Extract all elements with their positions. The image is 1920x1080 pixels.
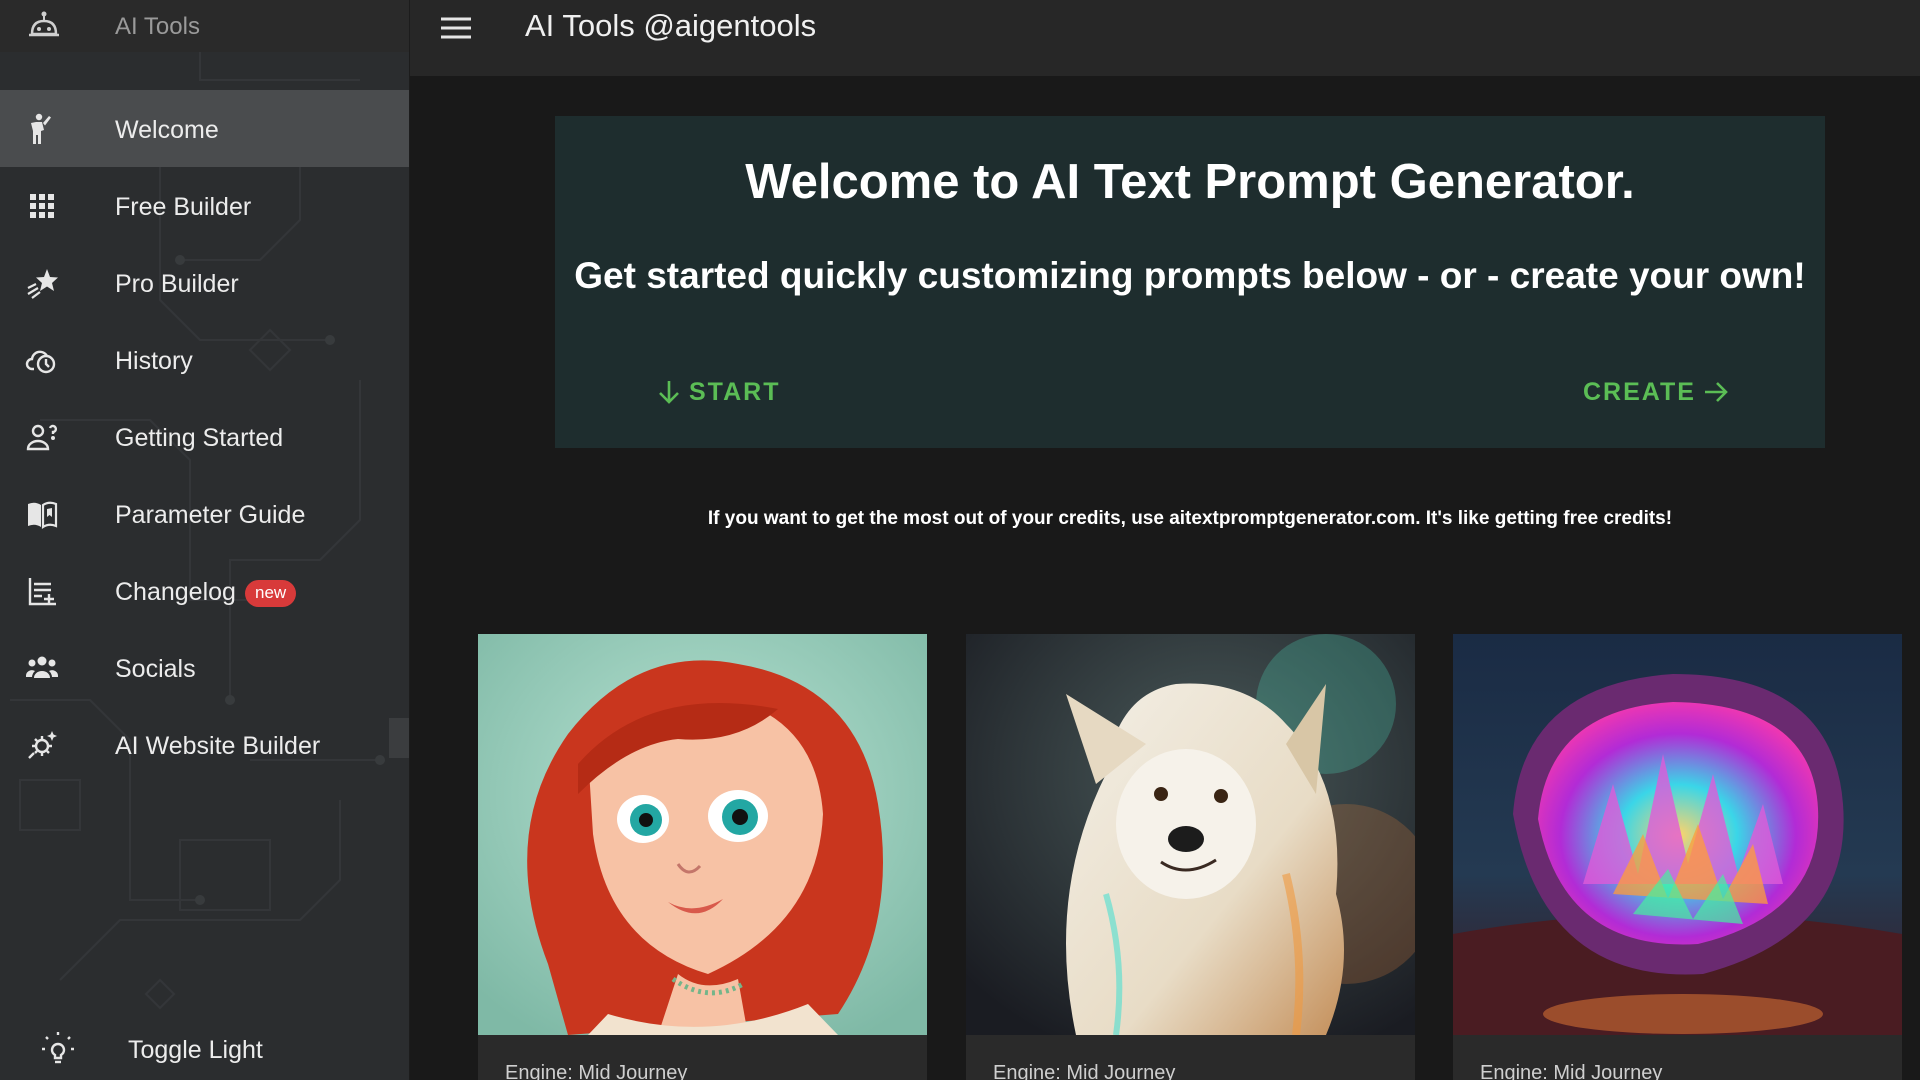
grid-icon	[24, 188, 60, 224]
sidebar-item-getting-started[interactable]: Getting Started	[0, 398, 409, 475]
card-image-geode	[1453, 634, 1902, 1035]
credits-notice: If you want to get the most out of your …	[555, 508, 1825, 530]
cloud-history-icon	[24, 342, 60, 378]
sidebar-item-welcome[interactable]: Welcome	[0, 90, 409, 167]
sidebar-header: AI Tools	[0, 0, 409, 52]
shooting-star-icon	[24, 265, 60, 301]
list-add-icon	[24, 573, 60, 609]
person-question-icon	[24, 419, 60, 455]
sidebar-item-changelog[interactable]: Changelog new	[0, 552, 409, 629]
sidebar-scrollbar[interactable]	[389, 718, 409, 758]
page-title: AI Tools @aigentools	[525, 8, 817, 43]
sidebar-item-parameter-guide[interactable]: Parameter Guide	[0, 475, 409, 552]
hero-subheading: Get started quickly customizing prompts …	[574, 255, 1806, 296]
prompt-card[interactable]: Engine: Mid Journey	[1453, 634, 1902, 1080]
lightbulb-icon	[42, 1032, 74, 1064]
toggle-light-button[interactable]: Toggle Light	[0, 1016, 409, 1080]
sidebar-item-label: Socials	[115, 655, 196, 683]
start-button[interactable]: START	[655, 370, 780, 414]
sidebar-item-ai-website-builder[interactable]: AI Website Builder	[0, 706, 409, 783]
book-icon	[24, 496, 60, 532]
sidebar-item-label: Free Builder	[115, 193, 252, 221]
card-engine: Engine: Mid Journey	[505, 1062, 688, 1080]
sidebar-item-pro-builder[interactable]: Pro Builder	[0, 244, 409, 321]
sidebar-item-label: Pro Builder	[115, 270, 239, 298]
create-button[interactable]: CREATE	[1583, 370, 1730, 414]
top-app-bar: AI Tools @aigentools	[410, 0, 1920, 76]
sidebar-item-label: Getting Started	[115, 424, 284, 452]
sidebar-item-label: Welcome	[115, 116, 219, 144]
robot-icon	[29, 11, 59, 37]
group-icon	[24, 650, 60, 686]
sidebar-item-history[interactable]: History	[0, 321, 409, 398]
credits-notice-text: If you want to get the most out of your …	[707, 508, 1673, 529]
sidebar-item-label: Parameter Guide	[115, 501, 306, 529]
new-badge: new	[245, 580, 297, 607]
sidebar-item-label: AI Website Builder	[115, 732, 321, 760]
settings-spark-icon	[24, 727, 60, 763]
card-image-girl	[478, 634, 927, 1035]
card-engine: Engine: Mid Journey	[993, 1062, 1176, 1080]
person-wave-icon	[24, 111, 60, 147]
hamburger-menu-icon[interactable]	[438, 10, 474, 46]
toggle-light-label: Toggle Light	[128, 1036, 263, 1064]
create-label: CREATE	[1583, 377, 1696, 406]
prompt-card[interactable]: Engine: Mid Journey	[478, 634, 927, 1080]
card-engine: Engine: Mid Journey	[1480, 1062, 1663, 1080]
arrow-down-icon	[659, 381, 679, 404]
sidebar-item-free-builder[interactable]: Free Builder	[0, 167, 409, 244]
sidebar-item-label: History	[115, 347, 193, 375]
sidebar-item-label: Changelog	[115, 578, 236, 606]
prompt-card[interactable]: Engine: Mid Journey	[966, 634, 1415, 1080]
start-label: START	[689, 377, 781, 406]
app-title: AI Tools	[115, 13, 200, 40]
sidebar-item-socials[interactable]: Socials	[0, 629, 409, 706]
card-image-dog	[966, 634, 1415, 1035]
sidebar-nav: Welcome Free Builder Pro Builder History…	[0, 90, 409, 783]
welcome-hero: Welcome to AI Text Prompt Generator. Get…	[555, 116, 1825, 448]
arrow-right-icon	[1704, 382, 1728, 402]
hero-heading: Welcome to AI Text Prompt Generator.	[745, 155, 1635, 209]
sidebar: AI Tools Welcome Free Builder Pro Builde…	[0, 0, 410, 1080]
